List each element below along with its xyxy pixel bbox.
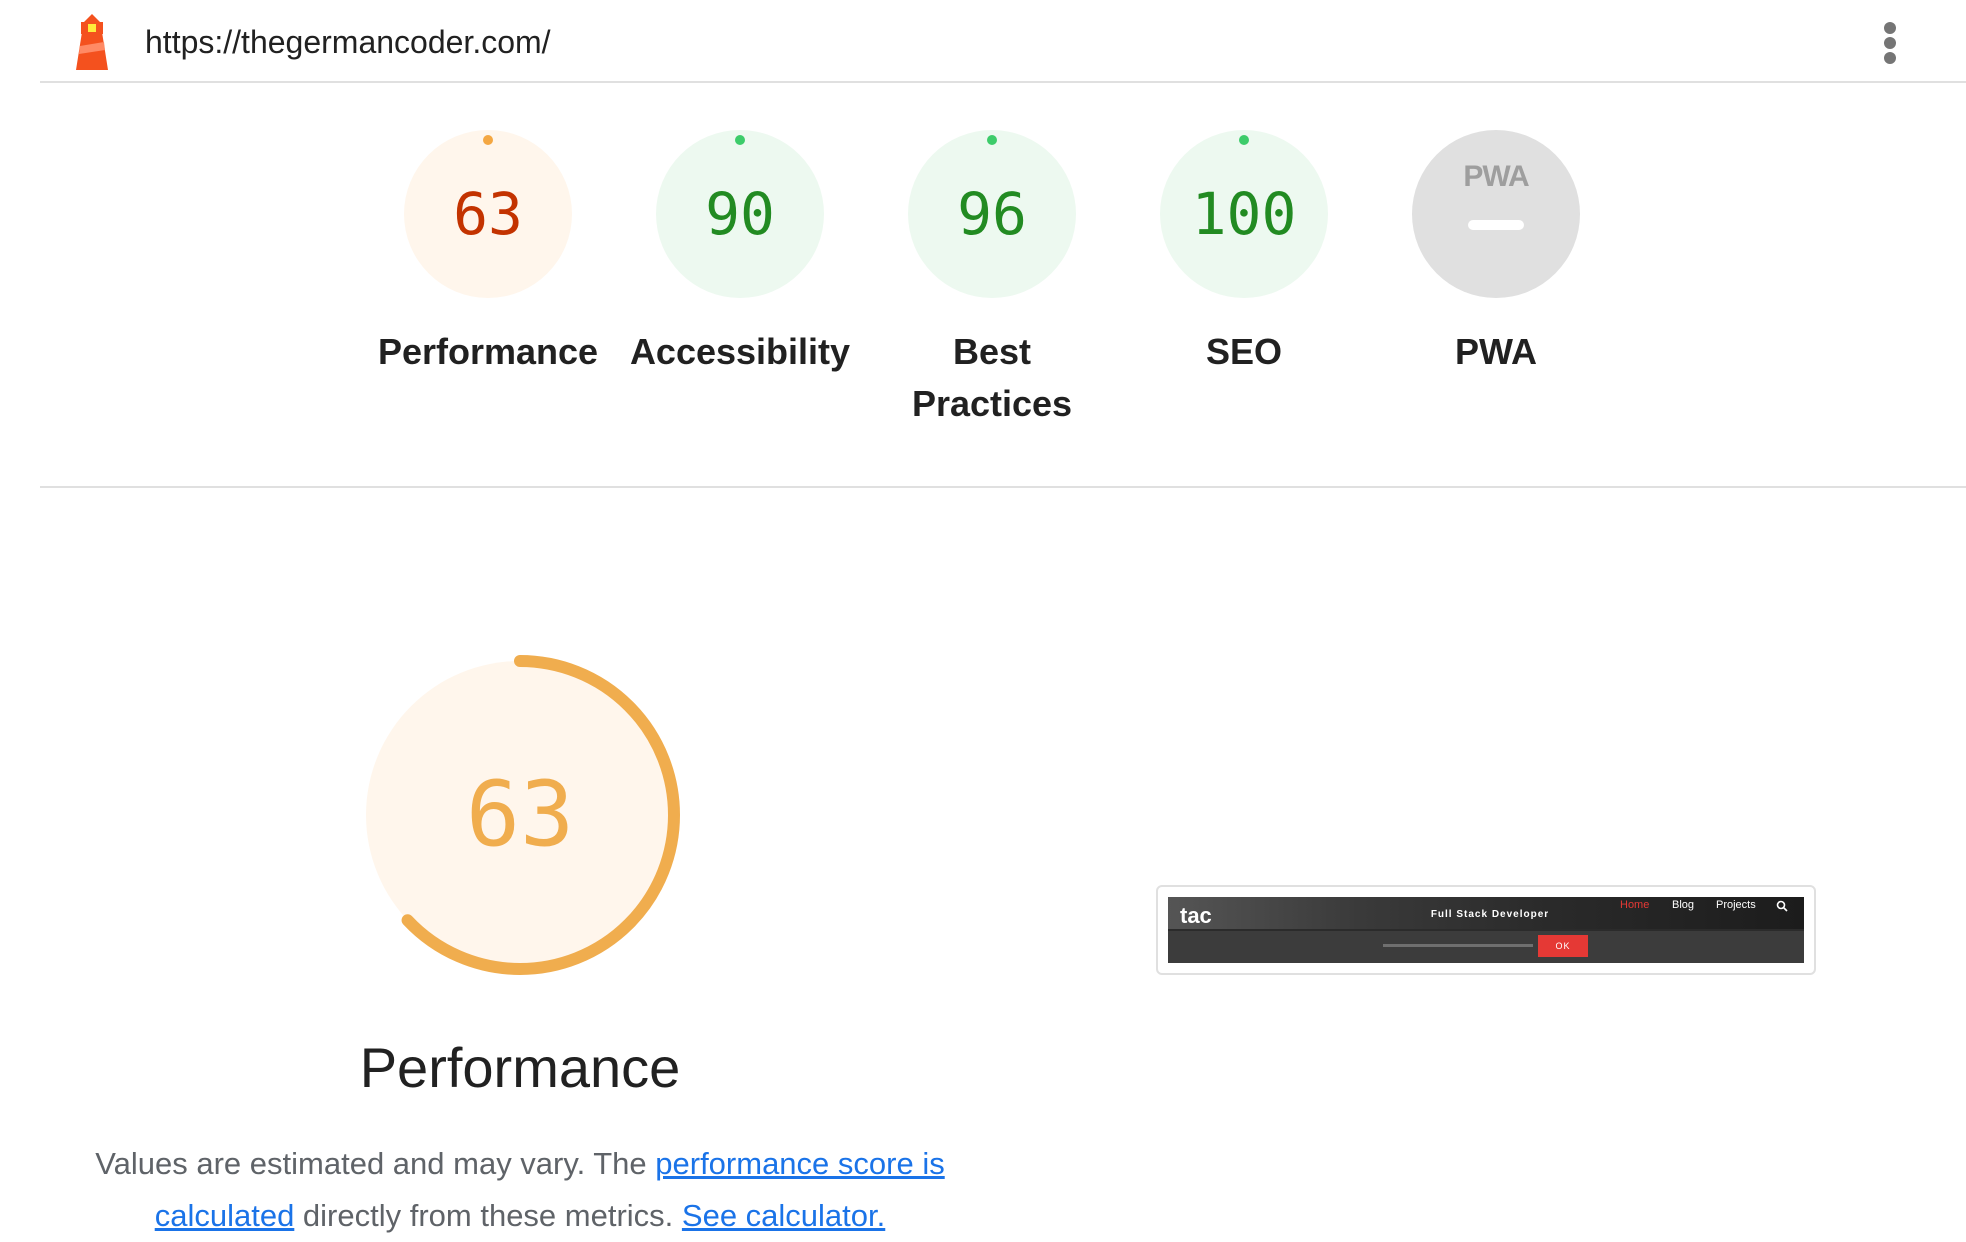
gauge-label: SEO — [1205, 331, 1283, 372]
gauge-disc: PWA — [1412, 130, 1580, 298]
thumb-nav-projects: Projects — [1716, 899, 1756, 911]
thumb-search-icon — [1776, 900, 1788, 912]
thumb-brand: tac — [1180, 903, 1212, 928]
pwa-badge-icon: PWA — [1463, 160, 1529, 193]
gauge-accessibility[interactable]: 90 Accessibility — [625, 130, 855, 378]
gauge-score: 63 — [453, 180, 523, 248]
gauge-pwa[interactable]: PWA PWA — [1381, 130, 1611, 378]
page-url: https://thegermancoder.com/ — [145, 24, 551, 60]
thumb-cookie-bar: OK — [1168, 931, 1804, 963]
thumb-ok-button: OK — [1538, 935, 1588, 957]
more-vert-icon[interactable] — [1876, 18, 1904, 66]
performance-title: Performance — [359, 1036, 681, 1099]
gauge-disc: 63 — [404, 130, 572, 298]
gauge-label: PWA — [1454, 331, 1537, 372]
performance-description: Values are estimated and may vary. The p… — [90, 1138, 950, 1242]
thumb-nav-blog: Blog — [1672, 899, 1695, 911]
gauge-score: 100 — [1191, 180, 1297, 248]
gauge-disc: 96 — [908, 130, 1076, 298]
gauge-performance[interactable]: 63 Performance — [373, 130, 603, 378]
see-calculator-link[interactable]: See calculator. — [682, 1198, 885, 1233]
final-screenshot[interactable]: tac Full Stack Developer Home Blog Proje… — [1156, 885, 1816, 975]
gauge-label: Best Practices — [911, 331, 1073, 424]
screenshot-thumbnail: tac Full Stack Developer Home Blog Proje… — [1168, 897, 1804, 963]
performance-big-score-wrap: 63 — [360, 655, 680, 975]
gauge-disc: 90 — [656, 130, 824, 298]
report-header: https://thegermancoder.com/ — [0, 0, 1966, 84]
gauge-label: Accessibility — [629, 331, 851, 372]
lighthouse-icon — [76, 14, 108, 70]
gauge-score: 90 — [705, 180, 775, 248]
not-applicable-icon — [1468, 220, 1524, 230]
performance-big-score: 63 — [465, 762, 575, 867]
gauge-disc: 100 — [1160, 130, 1328, 298]
gauge-best-practices[interactable]: 96 Best Practices — [877, 130, 1107, 430]
header-divider — [40, 81, 1966, 83]
gauge-seo[interactable]: 100 SEO — [1129, 130, 1359, 378]
section-divider — [40, 486, 1966, 488]
gauge-label: Performance — [377, 331, 599, 372]
thumb-nav-home: Home — [1620, 899, 1650, 911]
thumb-subtitle: Full Stack Developer — [1430, 909, 1550, 920]
gauge-score: 96 — [957, 180, 1027, 248]
thumb-cookie-text — [1383, 944, 1533, 947]
category-gauges: 63 Performance 90 Accessibility 96 Best … — [0, 130, 1966, 450]
desc-prefix: Values are estimated and may vary. The — [95, 1146, 656, 1181]
desc-middle: directly from these metrics. — [294, 1198, 682, 1233]
